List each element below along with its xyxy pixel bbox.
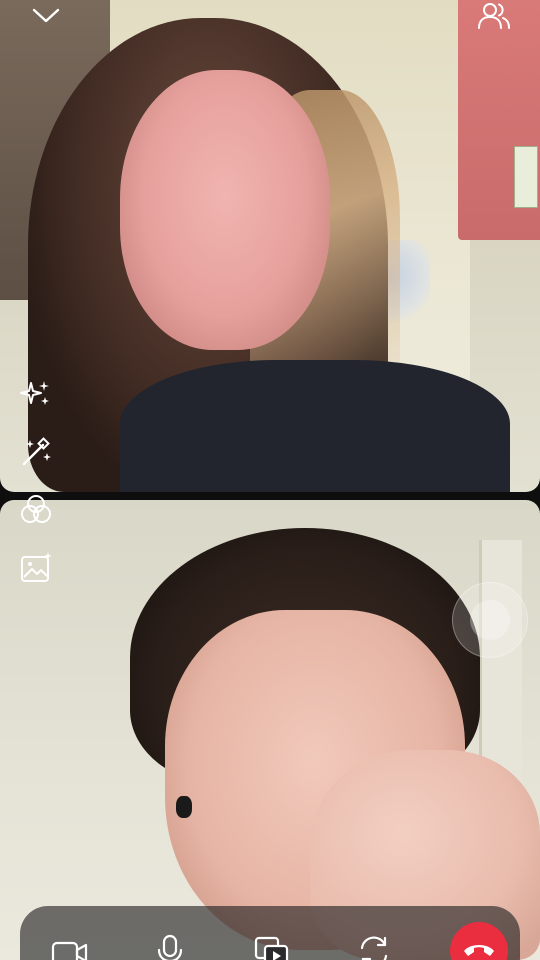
flip-camera-icon[interactable] (352, 930, 396, 960)
chevron-down-icon[interactable] (26, 0, 66, 32)
end-call-icon (462, 939, 496, 960)
remote-participant-shirt (120, 360, 510, 492)
sparkles-icon[interactable] (16, 374, 56, 414)
earbud (176, 796, 192, 818)
share-media-icon[interactable] (250, 930, 294, 960)
microphone-icon[interactable] (148, 930, 192, 960)
assistive-touch-inner (470, 600, 510, 640)
call-control-bar (20, 906, 520, 960)
self-video-tile[interactable] (0, 500, 540, 960)
magic-wand-icon[interactable] (16, 432, 56, 472)
background-image-icon[interactable] (16, 548, 56, 588)
video-camera-icon[interactable] (48, 930, 92, 960)
remote-participant-face (120, 70, 330, 350)
assistive-touch-button[interactable] (452, 582, 528, 658)
background-note (514, 146, 538, 208)
people-icon[interactable] (474, 0, 514, 32)
end-call-button[interactable] (450, 922, 508, 960)
video-call-screen (0, 0, 540, 960)
effects-toolbar (16, 374, 56, 594)
filters-icon[interactable] (16, 490, 56, 530)
remote-video-tile[interactable] (0, 0, 540, 492)
